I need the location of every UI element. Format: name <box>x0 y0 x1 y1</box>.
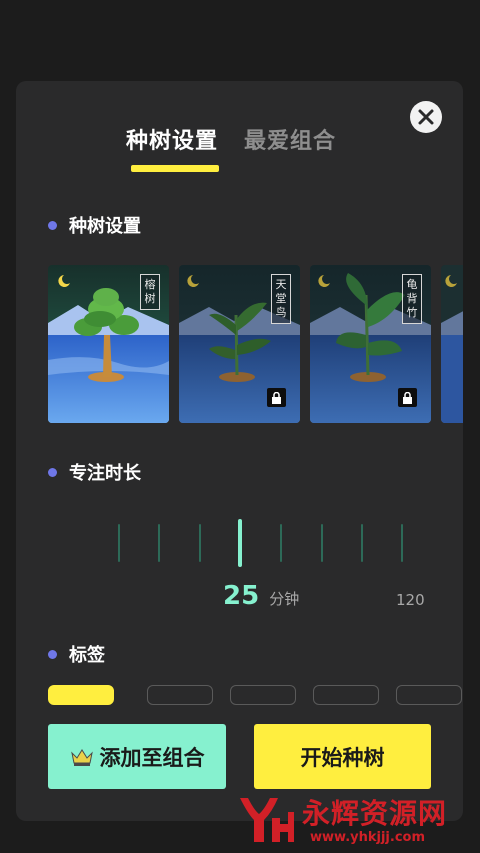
duration-max: 120 <box>396 591 425 609</box>
slider-tick <box>158 524 160 562</box>
tag-chip[interactable] <box>313 685 379 705</box>
watermark-url: www.yhkjjj.com <box>310 830 426 845</box>
duration-unit: 分钟 <box>269 590 300 608</box>
tree-card-next[interactable] <box>441 265 463 423</box>
add-to-combo-button[interactable]: 添加至组合 <box>48 724 226 789</box>
slider-tick <box>199 524 201 562</box>
tree-picker: 榕树 天堂鸟 龟 背 竹 <box>48 265 463 423</box>
watermark: 永辉资源网 www.yhkjjj.com <box>230 790 460 850</box>
tree-name-monstera: 龟背竹 <box>402 274 422 324</box>
duration-slider[interactable] <box>116 519 416 569</box>
plant-settings-dialog: 种树设置 最爱组合 种树设置 榕 树 天 堂 鸟 龟 背 竹 专注时长 25 分… <box>16 81 463 821</box>
close-icon <box>418 109 434 125</box>
start-planting-label: 开始种树 <box>300 745 385 770</box>
tag-chip[interactable] <box>230 685 296 705</box>
next-tree-illustration <box>441 265 463 423</box>
section-dot <box>48 649 57 659</box>
slider-tick-selected[interactable] <box>238 519 242 567</box>
section-title-tree: 种树设置 <box>69 216 141 237</box>
section-tag: 标签 <box>48 641 105 667</box>
lock-icon <box>398 388 417 407</box>
slider-tick <box>401 524 403 562</box>
lock-icon <box>267 388 286 407</box>
add-to-combo-label: 添加至组合 <box>99 745 205 770</box>
watermark-logo <box>240 798 294 842</box>
section-tree-settings: 种树设置 <box>48 212 141 238</box>
tree-card-monstera[interactable]: 龟背竹 <box>310 265 431 423</box>
close-button[interactable] <box>410 101 442 133</box>
duration-value: 25 <box>223 581 260 611</box>
tab-favorite-combos[interactable]: 最爱组合 <box>244 123 336 155</box>
watermark-text: 永辉资源网 <box>302 797 448 830</box>
section-title-duration: 专注时长 <box>69 463 141 484</box>
active-tab-indicator <box>131 165 219 172</box>
section-focus-duration: 专注时长 <box>48 459 141 485</box>
section-title-tag: 标签 <box>69 645 105 666</box>
tree-name-banyan: 榕树 <box>140 274 160 310</box>
tree-card-banyan[interactable]: 榕树 <box>48 265 169 423</box>
section-dot <box>48 467 57 477</box>
tag-chip[interactable] <box>147 685 213 705</box>
tree-card-bird-of-paradise[interactable]: 天堂鸟 <box>179 265 300 423</box>
slider-tick <box>361 524 363 562</box>
slider-tick <box>321 524 323 562</box>
tag-chip[interactable] <box>396 685 462 705</box>
slider-tick <box>280 524 282 562</box>
tag-chip-selected[interactable] <box>48 685 114 705</box>
start-planting-button[interactable]: 开始种树 <box>254 724 431 789</box>
tab-plant-settings[interactable]: 种树设置 <box>126 123 218 155</box>
tab-bar: 种树设置 最爱组合 <box>126 123 336 155</box>
crown-icon <box>70 748 93 766</box>
duration-readout: 25 分钟 <box>223 581 299 611</box>
tree-name-bird-of-paradise: 天堂鸟 <box>271 274 291 324</box>
slider-tick <box>118 524 120 562</box>
section-dot <box>48 220 57 230</box>
tag-list <box>48 685 463 705</box>
